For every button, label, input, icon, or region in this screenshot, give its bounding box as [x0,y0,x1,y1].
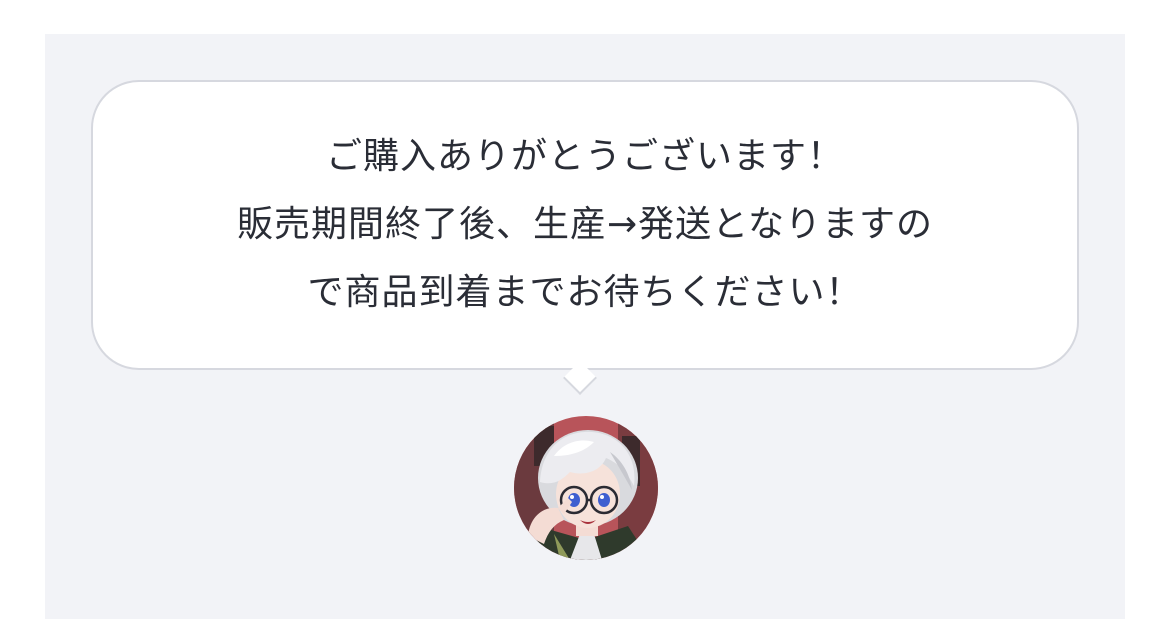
speech-bubble: ご購入ありがとうございます！ 販売期間終了後、生産→発送となりますの で商品到着… [91,80,1079,370]
message-line-2: 販売期間終了後、生産→発送となりますの [236,204,934,245]
character-avatar-icon [514,416,658,560]
message-line-1: ご購入ありがとうございます！ [325,136,844,177]
message-card: ご購入ありがとうございます！ 販売期間終了後、生産→発送となりますの で商品到着… [45,34,1125,619]
bubble-message: ご購入ありがとうございます！ 販売期間終了後、生産→発送となりますの で商品到着… [237,123,933,327]
message-line-3: で商品到着までお待ちください！ [307,272,863,313]
